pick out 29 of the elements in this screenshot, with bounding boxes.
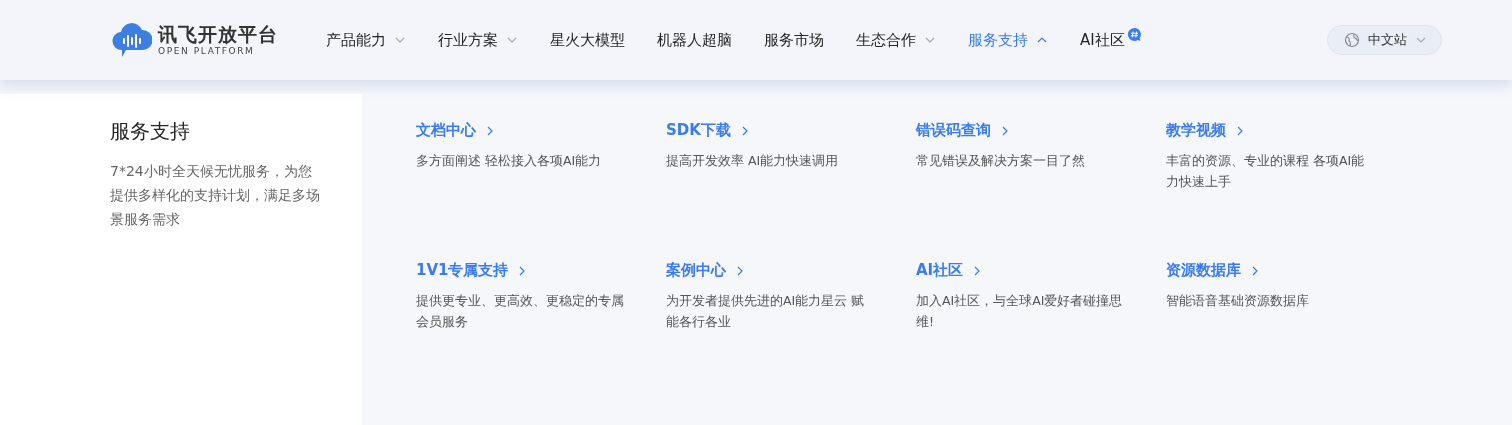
nav-item[interactable]: AI社区 — [1064, 30, 1158, 50]
service-description: 为开发者提供先进的AI能力星云 赋能各行各业 — [666, 292, 866, 331]
service-description: 提高开发效率 AI能力快速调用 — [666, 152, 840, 170]
service-description: 提供更专业、更高效、更稳定的专属会员服务 — [416, 292, 625, 331]
service-link[interactable]: 错误码查询 — [916, 121, 1011, 140]
service-link[interactable]: SDK下载 — [666, 121, 751, 140]
service-description: 加入AI社区，与全球AI爱好者碰撞思维! — [916, 292, 1124, 331]
nav-item[interactable]: 星火大模型 — [534, 30, 641, 50]
service-description: 常见错误及解决方案一目了然 — [916, 152, 1086, 170]
service-description: 丰富的资源、专业的课程 各项AI能力快速上手 — [1166, 152, 1366, 191]
panel-title: 服务支持 — [110, 118, 191, 145]
nav-item[interactable]: 服务支持 — [952, 30, 1064, 50]
logo-title: 讯飞开放平台 — [158, 23, 278, 45]
service-link[interactable]: 案例中心 — [666, 261, 746, 280]
nav-item[interactable]: 服务市场 — [748, 30, 840, 50]
service-link[interactable]: 教学视频 — [1166, 121, 1246, 140]
service-link[interactable]: 文档中心 — [416, 121, 496, 140]
service-description: 多方面阐述 轻松接入各项AI能力 — [416, 152, 603, 170]
service-link[interactable]: 资源数据库 — [1166, 261, 1261, 280]
nav-item[interactable]: 机器人超脑 — [641, 30, 748, 50]
logo-subtitle: OPEN PLATFORM — [158, 45, 256, 57]
service-description: 智能语音基础资源数据库 — [1166, 292, 1310, 310]
nav-item[interactable]: 生态合作 — [840, 30, 952, 50]
service-link[interactable]: AI社区 — [916, 261, 984, 280]
nav-item[interactable]: 产品能力 — [310, 30, 422, 50]
site-switch-button[interactable]: 中文站 — [1327, 25, 1442, 55]
service-link[interactable]: 1V1专属支持 — [416, 261, 529, 280]
nav-item[interactable]: 行业方案 — [422, 30, 534, 50]
panel-description: 7*24小时全天候无忧服务，为您提供多样化的支持计划，满足多场景服务需求 — [110, 162, 321, 229]
